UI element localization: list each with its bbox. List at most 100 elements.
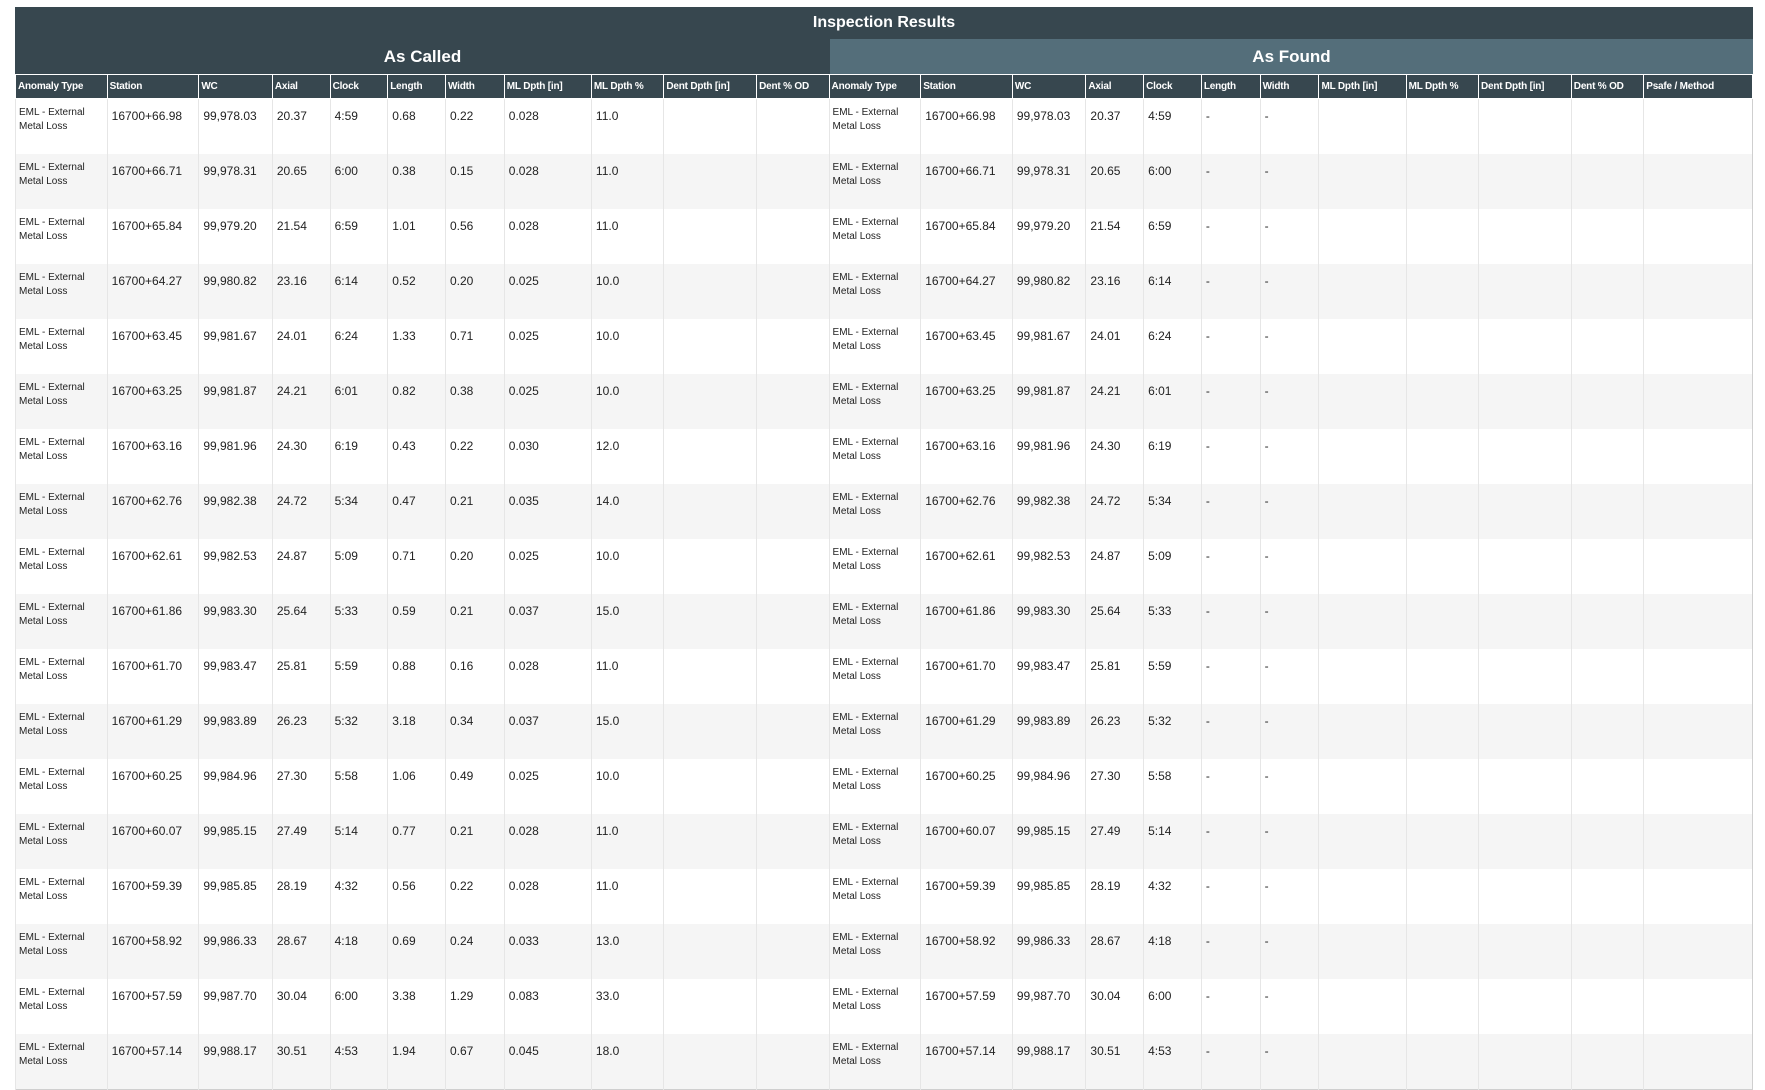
found-found-length-cell: - <box>1200 649 1261 704</box>
found-empty-cell-9 <box>1570 869 1644 924</box>
found-station-cell: 16700+61.29 <box>920 704 1013 759</box>
found-empty-cell-9 <box>1570 814 1644 869</box>
found-empty-cell-7 <box>1405 209 1479 264</box>
found-empty-cell-8 <box>1478 759 1572 814</box>
found-wc-cell: 99,978.03 <box>1011 98 1086 154</box>
anomaly-type-line1: EML - External <box>832 657 899 668</box>
col-header-called-anomaly-type: Anomaly Type <box>15 74 108 99</box>
called-empty-cell-9 <box>756 759 830 814</box>
found-empty-cell-8 <box>1478 319 1572 374</box>
found-found-length-cell: - <box>1200 1034 1261 1090</box>
anomaly-type-line1: EML - External <box>832 162 899 173</box>
called-axial-cell: 20.65 <box>271 154 331 209</box>
found-empty-cell-6 <box>1318 98 1407 154</box>
found-station-cell: 16700+60.25 <box>920 759 1013 814</box>
called-station-cell: 16700+57.59 <box>106 979 199 1034</box>
called-clock-cell: 5:32 <box>329 704 388 759</box>
called-axial-cell: 24.87 <box>271 539 331 594</box>
called-ml-dpth-pct-cell: 15.0 <box>590 594 664 649</box>
found-axial-cell: 24.01 <box>1085 319 1144 374</box>
found-clock-cell: 6:19 <box>1143 429 1202 484</box>
called-width-cell: 0.15 <box>444 154 505 209</box>
called-clock-cell: 4:18 <box>329 924 388 979</box>
called-ml-dpth-in-cell: 0.035 <box>503 484 592 539</box>
anomaly-type-line1: EML - External <box>832 107 899 118</box>
found-empty-cell-6 <box>1318 594 1407 649</box>
found-empty-cell-8 <box>1478 209 1572 264</box>
called-anomaly-type-cell: EML - External Metal Loss <box>15 869 108 924</box>
called-ml-dpth-in-cell: 0.025 <box>503 264 592 319</box>
called-ml-dpth-in-cell: 0.028 <box>503 649 592 704</box>
called-empty-cell-9 <box>756 264 830 319</box>
anomaly-type-line2: Metal Loss <box>19 121 68 132</box>
found-empty-cell-10 <box>1643 429 1753 484</box>
found-clock-cell: 4:59 <box>1143 98 1202 154</box>
found-empty-cell-7 <box>1405 814 1479 869</box>
found-axial-cell: 27.30 <box>1085 759 1144 814</box>
anomaly-type-line1: EML - External <box>832 547 899 558</box>
anomaly-type-line2: Metal Loss <box>832 891 881 902</box>
col-header-called-axial: Axial <box>271 74 331 99</box>
found-empty-cell-6 <box>1318 484 1407 539</box>
anomaly-type-line2: Metal Loss <box>832 726 881 737</box>
found-found-length-cell: - <box>1200 924 1261 979</box>
anomaly-type-line1: EML - External <box>19 1042 85 1053</box>
anomaly-type-line2: Metal Loss <box>19 891 68 902</box>
found-empty-cell-7 <box>1405 1034 1479 1090</box>
found-anomaly-type-cell: EML - External Metal Loss <box>828 649 921 704</box>
called-wc-cell: 99,982.53 <box>198 539 273 594</box>
called-width-cell: 0.34 <box>444 704 505 759</box>
found-station-cell: 16700+61.86 <box>920 594 1013 649</box>
called-ml-dpth-pct-cell: 13.0 <box>590 924 664 979</box>
anomaly-type-line1: EML - External <box>19 437 85 448</box>
anomaly-type-line1: EML - External <box>19 987 85 998</box>
found-empty-cell-7 <box>1405 264 1479 319</box>
called-anomaly-type-cell: EML - External Metal Loss <box>15 429 108 484</box>
called-station-cell: 16700+64.27 <box>106 264 199 319</box>
found-empty-cell-8 <box>1478 814 1572 869</box>
found-clock-cell: 5:34 <box>1143 484 1202 539</box>
found-clock-cell: 6:14 <box>1143 264 1202 319</box>
anomaly-type-line2: Metal Loss <box>832 396 881 407</box>
called-ml-dpth-in-cell: 0.028 <box>503 98 592 154</box>
col-header-called-width: Width <box>444 74 505 99</box>
called-anomaly-type-cell: EML - External Metal Loss <box>15 594 108 649</box>
section-header-bar: As Called As Found <box>15 39 1753 74</box>
called-wc-cell: 99,982.38 <box>198 484 273 539</box>
found-found-length-cell: - <box>1200 374 1261 429</box>
called-clock-cell: 6:59 <box>329 209 388 264</box>
called-length-cell: 3.38 <box>387 979 446 1034</box>
called-width-cell: 0.24 <box>444 924 505 979</box>
found-clock-cell: 6:24 <box>1143 319 1202 374</box>
called-ml-dpth-pct-cell: 11.0 <box>590 649 664 704</box>
found-empty-cell-10 <box>1643 979 1753 1034</box>
anomaly-type-line2: Metal Loss <box>19 1056 68 1067</box>
called-clock-cell: 5:33 <box>329 594 388 649</box>
anomaly-type-line2: Metal Loss <box>832 616 881 627</box>
found-anomaly-type-cell: EML - External Metal Loss <box>828 374 921 429</box>
called-length-cell: 0.69 <box>387 924 446 979</box>
found-empty-cell-10 <box>1643 759 1753 814</box>
called-ml-dpth-pct-cell: 10.0 <box>590 374 664 429</box>
called-empty-cell-9 <box>756 209 830 264</box>
anomaly-type-line1: EML - External <box>19 162 85 173</box>
table-row: EML - External Metal Loss 16700+58.92 99,98… <box>15 924 1753 979</box>
called-length-cell: 0.82 <box>387 374 446 429</box>
found-axial-cell: 27.49 <box>1085 814 1144 869</box>
found-empty-cell-7 <box>1405 924 1479 979</box>
anomaly-type-line1: EML - External <box>832 217 899 228</box>
called-axial-cell: 21.54 <box>271 209 331 264</box>
called-ml-dpth-pct-cell: 11.0 <box>590 814 664 869</box>
found-station-cell: 16700+62.61 <box>920 539 1013 594</box>
found-station-cell: 16700+63.25 <box>920 374 1013 429</box>
called-axial-cell: 24.21 <box>271 374 331 429</box>
called-width-cell: 0.20 <box>444 264 505 319</box>
found-axial-cell: 30.04 <box>1085 979 1144 1034</box>
found-empty-cell-10 <box>1643 814 1753 869</box>
called-clock-cell: 4:59 <box>329 98 388 154</box>
called-ml-dpth-in-cell: 0.028 <box>503 814 592 869</box>
called-wc-cell: 99,988.17 <box>198 1034 273 1090</box>
found-wc-cell: 99,983.30 <box>1011 594 1086 649</box>
found-empty-cell-6 <box>1318 814 1407 869</box>
col-header-called-length: Length <box>387 74 446 99</box>
